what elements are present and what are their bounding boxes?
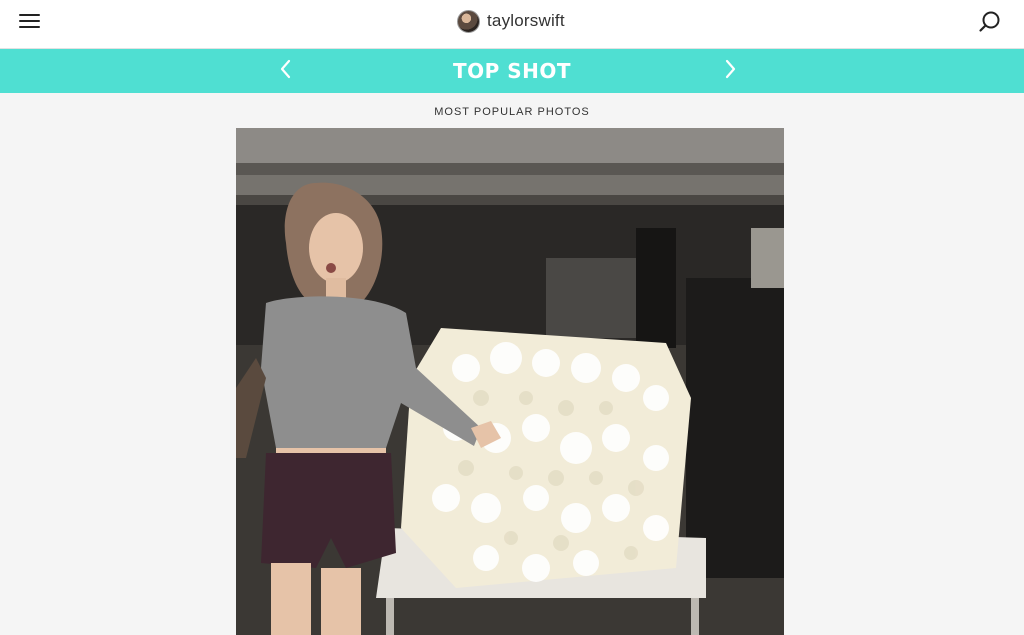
section-subheading: MOST POPULAR PHOTOS [434, 106, 590, 118]
hamburger-menu-icon[interactable] [19, 13, 41, 29]
section-banner: TOP SHOT [0, 49, 1024, 93]
banner-title: TOP SHOT [452, 59, 572, 83]
top-photo[interactable] [236, 128, 784, 635]
top-bar: taylorswift [0, 0, 1024, 49]
search-icon[interactable] [978, 10, 1002, 34]
profile-brand[interactable]: taylorswift [457, 9, 565, 33]
brand-name: taylorswift [487, 11, 565, 30]
avatar [457, 9, 480, 33]
chevron-right-icon[interactable] [720, 59, 740, 79]
